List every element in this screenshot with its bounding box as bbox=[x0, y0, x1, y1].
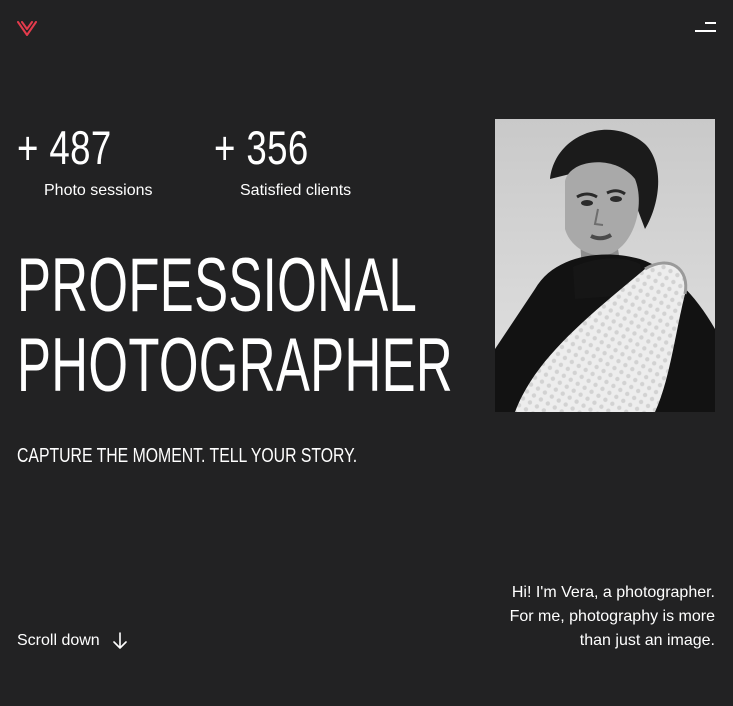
site-logo[interactable] bbox=[17, 20, 37, 36]
menu-line-top bbox=[705, 22, 716, 24]
stat-value: + 356 bbox=[214, 121, 309, 174]
stat-photo-sessions: + 487 Photo sessions bbox=[17, 120, 153, 199]
portrait-image bbox=[495, 119, 715, 412]
menu-line-bottom bbox=[695, 30, 716, 32]
scroll-down-label: Scroll down bbox=[17, 632, 100, 649]
stat-label: Satisfied clients bbox=[240, 182, 352, 199]
portrait-photo bbox=[495, 119, 715, 412]
intro-line-3: than just an image. bbox=[579, 632, 715, 649]
arrow-down-icon bbox=[112, 632, 127, 649]
hero-tagline: CAPTURE THE MOMENT. TELL YOUR STORY. bbox=[17, 445, 358, 467]
heart-v-logo-icon bbox=[17, 21, 37, 36]
headline-line-1: PROFESSIONAL bbox=[17, 243, 418, 328]
stat-label: Photo sessions bbox=[44, 182, 153, 199]
stat-satisfied-clients: + 356 Satisfied clients bbox=[214, 120, 351, 199]
intro-line-1: Hi! I'm Vera, a photographer. bbox=[511, 584, 715, 601]
headline-line-2: PHOTOGRAPHER bbox=[17, 323, 453, 408]
hero-headline: PROFESSIONAL PHOTOGRAPHER bbox=[17, 246, 453, 406]
intro-line-2: For me, photography is more bbox=[509, 608, 715, 625]
hamburger-menu-icon[interactable] bbox=[695, 22, 716, 34]
stat-value: + 487 bbox=[17, 121, 112, 174]
scroll-down-link[interactable]: Scroll down bbox=[17, 630, 128, 652]
intro-text: Hi! I'm Vera, a photographer. For me, ph… bbox=[475, 581, 715, 653]
